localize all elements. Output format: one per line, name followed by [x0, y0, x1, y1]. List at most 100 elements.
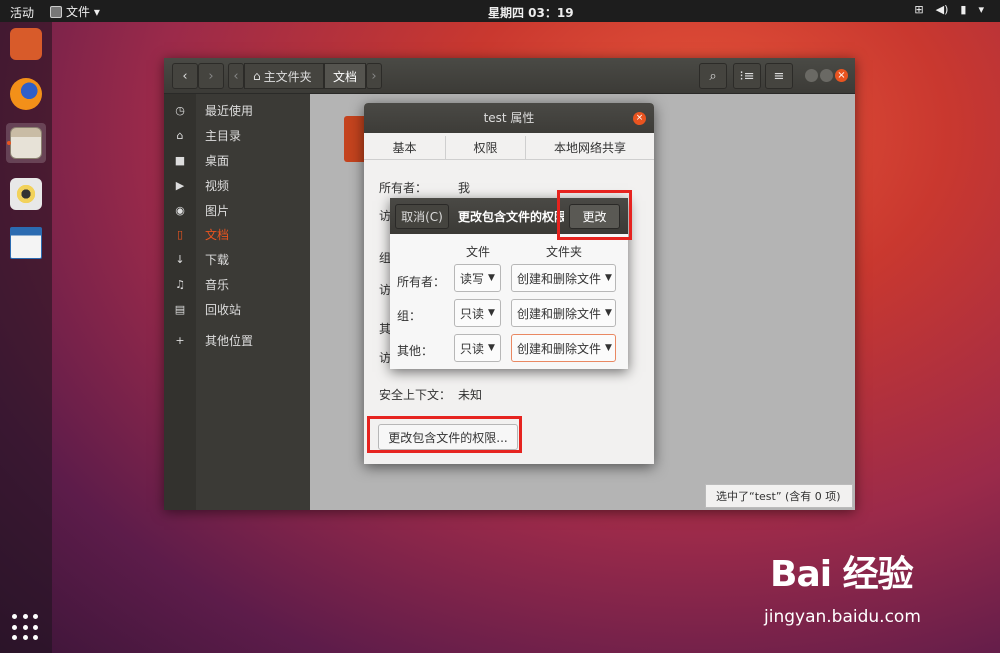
chevron-right-icon: ›	[208, 68, 214, 84]
owner-label: 所有者：	[397, 275, 446, 289]
chevron-left-icon: ‹	[182, 68, 188, 84]
hamburger-icon: ≡	[773, 68, 785, 84]
dock-item-files[interactable]	[6, 123, 46, 163]
breadcrumb-label: 主文件夹	[263, 69, 312, 84]
sidebar-item-label: 桌面	[205, 153, 230, 168]
select-value: 读写	[460, 271, 485, 286]
video-icon: ▶	[175, 178, 185, 192]
dropdown-caret-icon: ▼	[488, 343, 495, 353]
breadcrumb-documents[interactable]: 文档	[324, 63, 366, 89]
group-file-select[interactable]: 只读 ▼	[454, 299, 501, 327]
grid-view-icon: ⁝≡	[739, 68, 755, 84]
sidebar-item-label: 图片	[205, 203, 230, 218]
sidebar-item-videos[interactable]: ▶ 视频	[164, 173, 310, 197]
change-enclosed-permissions-button[interactable]: 更改包含文件的权限...	[378, 424, 518, 450]
minimize-button[interactable]	[805, 69, 818, 82]
select-value: 创建和删除文件	[517, 271, 602, 286]
sidebar-item-recent[interactable]: ◷ 最近使用	[164, 98, 310, 122]
breadcrumb-label: 文档	[333, 69, 358, 84]
sidebar-item-other-locations[interactable]: + 其他位置	[164, 328, 310, 352]
arrow-left-icon: ‹	[233, 68, 239, 84]
sidebar-item-music[interactable]: ♫ 音乐	[164, 272, 310, 296]
sidebar-item-label: 视频	[205, 178, 230, 193]
sidebar-item-home[interactable]: ⌂ 主目录	[164, 123, 310, 147]
dock-item-writer[interactable]	[6, 223, 46, 263]
sidebar-item-pictures[interactable]: ◉ 图片	[164, 198, 310, 222]
others-label: 其他：	[397, 344, 434, 358]
baidu-watermark: Bai 经验 jingyan.baidu.com	[764, 545, 921, 627]
volume-icon: ◀)	[935, 3, 949, 16]
libreoffice-writer-icon	[10, 227, 42, 259]
search-icon: ⌕	[709, 68, 717, 84]
column-header-file: 文件	[466, 245, 491, 259]
activities-button[interactable]: 活动	[10, 4, 34, 21]
group-label: 组：	[397, 309, 422, 323]
security-context-value: 未知	[458, 388, 483, 402]
sidebar-item-label: 音乐	[205, 277, 230, 292]
download-icon: ↓	[175, 252, 185, 266]
battery-icon: ▮	[960, 3, 967, 16]
owner-value: 我	[458, 181, 471, 195]
dropdown-caret-icon: ▼	[488, 273, 495, 283]
change-permissions-dialog: 取消(C) 更改包含文件的权限 更改 文件 文件夹 所有者： 读写 ▼ 创建和删除…	[390, 198, 628, 369]
menu-button[interactable]: ≡	[765, 63, 793, 89]
group-folder-select[interactable]: 创建和删除文件 ▼	[511, 299, 616, 327]
view-options-button[interactable]: ⁝≡	[733, 63, 761, 89]
home-icon: ⌂	[176, 128, 184, 142]
sidebar-item-trash[interactable]: ▤ 回收站	[164, 297, 310, 321]
dialog-header: 取消(C) 更改包含文件的权限 更改	[390, 198, 628, 234]
tab-permissions[interactable]: 权限	[446, 136, 526, 160]
sidebar-item-label: 主目录	[205, 128, 242, 143]
dock-item-software[interactable]	[6, 24, 46, 64]
sidebar-item-documents[interactable]: ▯ 文档	[164, 222, 310, 246]
header-bar: ‹ › ‹ ⌂ 主文件夹 文档 › ⌕ ⁝≡ ≡ ×	[164, 58, 855, 94]
dialog-title: 更改包含文件的权限	[458, 210, 564, 224]
dropdown-caret-icon: ▼	[605, 308, 612, 318]
files-app-icon	[50, 5, 62, 18]
owner-file-select[interactable]: 读写 ▼	[454, 264, 501, 292]
others-folder-select[interactable]: 创建和删除文件 ▼	[511, 334, 616, 362]
files-icon	[10, 127, 42, 159]
plus-icon: +	[175, 333, 185, 347]
path-scroll-left[interactable]: ‹	[228, 63, 244, 89]
watermark-url: jingyan.baidu.com	[764, 607, 921, 627]
close-button[interactable]: ×	[835, 69, 848, 82]
close-icon[interactable]: ×	[633, 112, 646, 125]
maximize-button[interactable]	[820, 69, 833, 82]
tab-network-share[interactable]: 本地网络共享	[526, 136, 654, 160]
owner-folder-select[interactable]: 创建和删除文件 ▼	[511, 264, 616, 292]
apply-change-button[interactable]: 更改	[569, 204, 620, 229]
rhythmbox-icon	[10, 178, 42, 210]
app-menu[interactable]: 文件 ▾	[50, 3, 100, 20]
close-icon: ×	[837, 70, 846, 81]
sidebar-item-label: 其他位置	[205, 333, 254, 348]
sidebar-item-label: 下载	[205, 252, 230, 267]
show-applications-icon[interactable]	[12, 614, 40, 642]
forward-button[interactable]: ›	[198, 63, 224, 89]
sidebar-item-label: 最近使用	[205, 103, 254, 118]
others-file-select[interactable]: 只读 ▼	[454, 334, 501, 362]
clock[interactable]: 星期四 03：19	[488, 4, 574, 21]
status-bar: 选中了“test” (含有 0 项)	[705, 484, 853, 508]
system-tray[interactable]: ⊞ ◀) ▮ ▾	[914, 3, 984, 16]
tab-basic[interactable]: 基本	[364, 136, 446, 160]
sidebar-item-desktop[interactable]: ■ 桌面	[164, 148, 310, 172]
search-button[interactable]: ⌕	[699, 63, 727, 89]
ubuntu-software-icon	[10, 28, 42, 60]
sidebar-item-downloads[interactable]: ↓ 下载	[164, 247, 310, 271]
select-value: 只读	[460, 341, 485, 356]
sidebar-item-label: 回收站	[205, 302, 242, 317]
select-value: 只读	[460, 306, 485, 321]
dropdown-caret-icon: ▼	[605, 343, 612, 353]
back-button[interactable]: ‹	[172, 63, 198, 89]
clock-icon: ◷	[175, 103, 185, 117]
dock-item-rhythmbox[interactable]	[6, 174, 46, 214]
select-value: 创建和删除文件	[517, 341, 602, 356]
dock-item-firefox[interactable]	[6, 74, 46, 114]
dropdown-caret-icon: ▼	[605, 273, 612, 283]
camera-icon: ◉	[175, 203, 185, 217]
cancel-button[interactable]: 取消(C)	[395, 204, 449, 229]
path-scroll-right[interactable]: ›	[366, 63, 382, 89]
dock	[0, 22, 52, 653]
breadcrumb-home[interactable]: ⌂ 主文件夹	[244, 63, 324, 89]
